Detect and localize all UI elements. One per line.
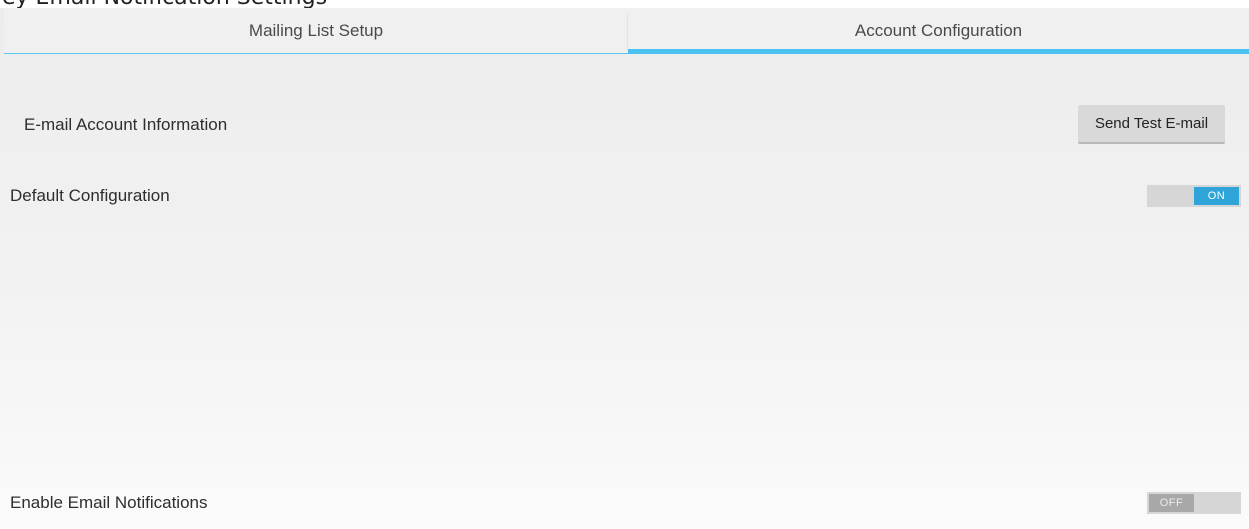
toggle-off-thumb: OFF: [1149, 494, 1194, 512]
header-strip-text: ey Email Notification Settings: [2, 0, 327, 8]
tab-mailing-list-setup[interactable]: Mailing List Setup: [4, 8, 628, 54]
enable-email-notifications-toggle[interactable]: OFF: [1147, 492, 1241, 514]
tab-bar: Mailing List Setup Account Configuration: [4, 8, 1249, 54]
email-account-information-label: E-mail Account Information: [24, 115, 228, 134]
send-test-email-button[interactable]: Send Test E-mail: [1078, 105, 1225, 144]
settings-page: ey Email Notification Settings Mailing L…: [0, 0, 1249, 529]
tab-account-configuration[interactable]: Account Configuration: [628, 8, 1249, 54]
default-configuration-toggle[interactable]: ON: [1147, 185, 1241, 207]
header-strip: ey Email Notification Settings: [0, 0, 1249, 8]
toggle-on-thumb: ON: [1194, 187, 1239, 205]
enable-email-notifications-label: Enable Email Notifications: [10, 493, 208, 512]
default-configuration-label: Default Configuration: [10, 186, 170, 205]
